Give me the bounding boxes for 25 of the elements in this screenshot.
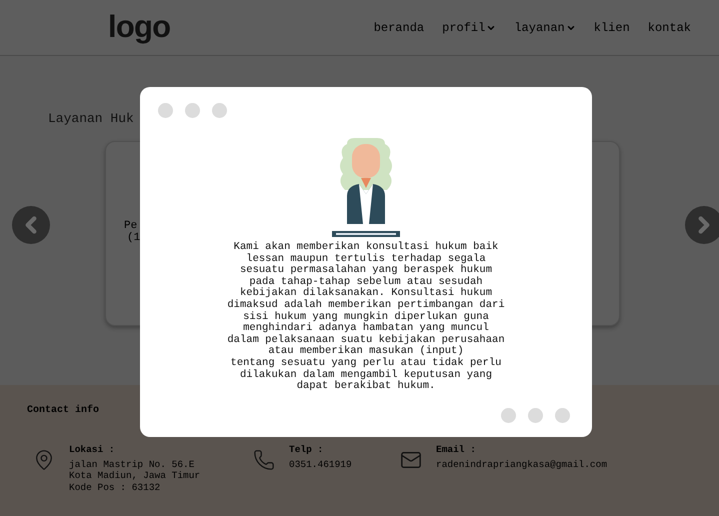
footer-title: Contact info [27,404,100,418]
next-button[interactable] [685,206,719,244]
card-text: (1 [126,232,140,244]
nav-link[interactable]: beranda [374,18,424,36]
nav-link[interactable]: kontak [648,18,691,36]
description-text: Kami akan memberikan konsultasi hukum baik lessan maupun tertulis terhadap segala sesuatu permasalahan yang beraspek hukum pada tahap-tahap sebelum atau sesudah kebijakan dilaksanakan. Konsultasi hukum dimaksud adalah memberikan pertimbangan dari sisi hukum yang mungkin diperlukan guna menghindari adanya hambatan yang muncul dalam pelaksanaan suatu kebijakan perusahaan atau memberikan masukan (input) tentang sesuatu yang perlu atau tidak perlu dilakukan dalam mengambil keputusan yang dapat berakibat hukum. [227,242,505,393]
contact-text: 0351.461919 [289,458,352,470]
nav-link[interactable]: layanan [514,18,576,36]
contact-label: Email : [436,444,476,456]
location-pin-icon [33,449,55,471]
previous-button[interactable] [12,206,50,244]
contact-text: Kode Pos : 63132 [69,482,160,493]
contact-label: Lokasi : [69,444,115,456]
logo: logo [108,8,170,46]
phone-icon [253,449,275,471]
nav-link[interactable]: klien [594,18,630,36]
nav-link[interactable]: profil [442,18,496,36]
mail-icon [400,449,422,471]
section-title: Layanan Huk [48,111,134,126]
card-text: Pe [124,220,138,232]
contact-text: radenindrapriangkasa@gmail.com [436,458,608,470]
contact-text: Kota Madiun, Jawa Timur [69,470,200,482]
contact-text: jalan Mastrip No. 56.E [69,458,194,470]
contact-label: Telp : [289,444,324,456]
name-plate-icon [332,231,400,237]
